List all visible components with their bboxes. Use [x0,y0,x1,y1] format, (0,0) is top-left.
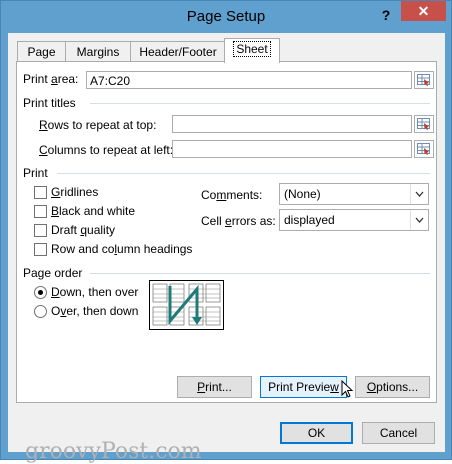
tab-sheet-label: Sheet [233,41,271,57]
comments-select[interactable]: (None) [279,183,429,205]
print-titles-divider [90,103,430,104]
rows-repeat-input[interactable] [172,115,412,133]
gridlines-checkbox[interactable] [34,186,47,199]
chevron-down-icon [415,217,424,223]
black-white-checkbox[interactable] [34,205,47,218]
rows-repeat-label: Rows to repeat at top: [39,118,157,132]
dialog-client: Page Margins Header/Footer Sheet Print a… [8,33,445,464]
mouse-cursor-icon [341,380,354,398]
watermark-text: groovyPost.com [25,439,202,464]
row-col-headings-label[interactable]: Row and column headings [51,242,192,256]
cancel-button[interactable]: Cancel [362,422,435,444]
rows-repeat-collapse-button[interactable] [414,115,434,133]
print-titles-heading: Print titles [23,96,76,110]
sheet-panel: Print area: A7:C20 Print titles Rows to … [16,61,437,403]
gridlines-label[interactable]: Gridlines [51,185,98,199]
print-area-collapse-button[interactable] [414,71,434,89]
range-select-icon [417,143,430,155]
cols-repeat-input[interactable] [172,140,412,158]
help-button[interactable]: ? [378,7,394,23]
cols-repeat-collapse-button[interactable] [414,140,434,158]
tab-header-footer[interactable]: Header/Footer [130,41,226,62]
tab-page[interactable]: Page [17,41,66,62]
close-button[interactable]: ✕ [401,1,446,21]
tab-margins[interactable]: Margins [65,41,131,62]
page-order-diagram [149,280,224,330]
cell-errors-value: displayed [284,213,335,227]
print-heading: Print [23,166,48,180]
over-then-down-label[interactable]: Over, then down [51,304,138,318]
tab-sheet[interactable]: Sheet [224,38,280,63]
range-select-icon [417,74,430,86]
page-order-heading: Page order [23,266,83,280]
black-white-label[interactable]: Black and white [51,204,135,218]
row-col-headings-checkbox[interactable] [34,243,47,256]
page-setup-dialog: Page Setup ? ✕ Page Margins Header/Foote… [0,0,452,464]
cols-repeat-label: Columns to repeat at left: [39,143,174,157]
range-select-icon [417,118,430,130]
print-area-input[interactable]: A7:C20 [86,71,412,89]
over-then-down-radio[interactable] [34,305,47,318]
page-order-diagram-icon [152,283,221,326]
print-divider [57,173,430,174]
print-area-label: Print area: [23,72,79,86]
down-then-over-label[interactable]: Down, then over [51,285,138,299]
title-bar[interactable]: Page Setup ? ✕ [1,1,451,33]
cell-errors-select[interactable]: displayed [279,209,429,231]
options-button[interactable]: Options... [355,376,430,398]
print-preview-button[interactable]: Print Preview [260,376,347,398]
comments-value: (None) [284,187,321,201]
draft-quality-checkbox[interactable] [34,224,47,237]
draft-quality-label[interactable]: Draft quality [51,223,115,237]
down-then-over-radio[interactable] [34,286,47,299]
print-button[interactable]: Print... [177,376,252,398]
chevron-down-icon [415,191,424,197]
page-order-divider [90,273,430,274]
ok-button[interactable]: OK [280,422,353,444]
cell-errors-label: Cell errors as: [201,214,276,228]
comments-label: Comments: [201,188,263,202]
